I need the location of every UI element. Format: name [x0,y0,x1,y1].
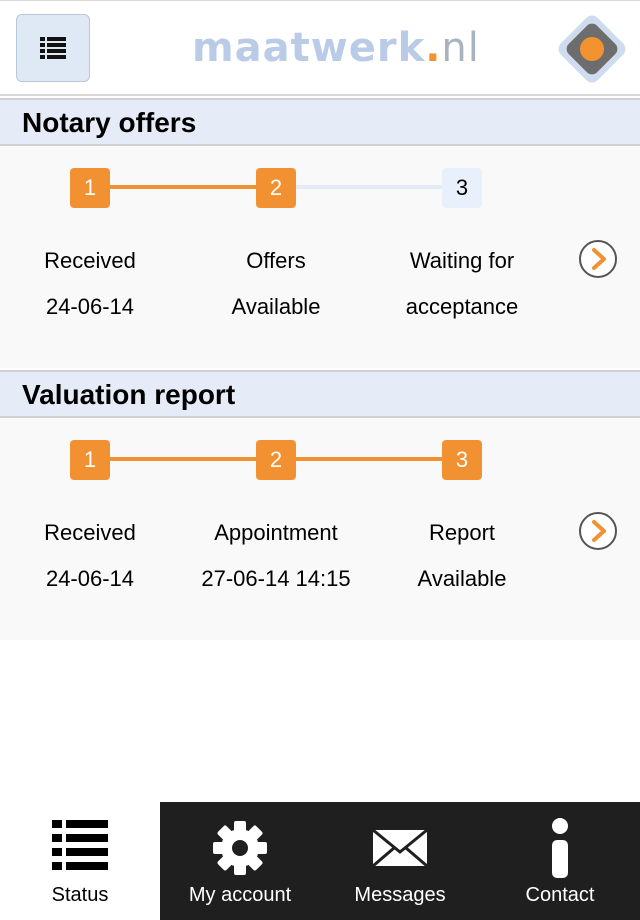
step-label: acceptance [405,294,519,319]
progress-line [110,457,256,461]
step-label: Received [44,520,136,545]
step-number-box: 1 [70,168,110,208]
step-label: Available [231,294,321,319]
step-number-box: 3 [442,168,482,208]
chevron-right-icon[interactable] [578,239,618,279]
step-number-box: 2 [256,440,296,480]
brand-diamond-icon [558,15,626,83]
maatwerk-logo: maatwerk.nl [192,25,480,71]
status-page: maatwerk.nl Notary offers 1 2 3 Received… [0,0,640,920]
tab-label: Messages [354,884,446,906]
step-label: Received [44,248,136,273]
tab-my-account[interactable]: My account [160,802,320,920]
info-icon [552,818,568,878]
envelope-icon [372,828,428,868]
tab-contact[interactable]: Contact [480,802,640,920]
step-label: Available [417,566,507,591]
valuation-report-progress[interactable]: 1 2 3 Received 24-06-14 Appointment 27-0… [0,418,640,640]
section-title: Notary offers [22,107,197,138]
section-title: Valuation report [22,379,236,410]
notary-offers-progress[interactable]: 1 2 3 Received 24-06-14 Offers Available… [0,146,640,368]
chevron-right-icon[interactable] [578,511,618,551]
list-menu-icon [40,37,66,59]
step-number-box: 2 [256,168,296,208]
tab-label: Contact [525,884,595,906]
step-label: Waiting for [409,248,515,273]
list-icon [52,820,108,870]
menu-button[interactable] [16,14,90,82]
notary-offers-header: Notary offers [0,98,640,146]
step-number-box: 3 [442,440,482,480]
tab-messages[interactable]: Messages [320,802,480,920]
step-number-box: 1 [70,440,110,480]
step-label: Offers [246,248,306,273]
tab-status[interactable]: Status [0,802,160,920]
progress-line [296,185,442,189]
valuation-report-header: Valuation report [0,370,640,418]
step-label: Report [428,520,496,545]
progress-line [110,185,256,189]
tab-label: My account [188,884,292,906]
app-header: maatwerk.nl [0,0,640,96]
tab-label: Status [51,884,109,906]
step-date: 24-06-14 [45,566,135,591]
progress-line [296,457,442,461]
gear-icon [213,821,267,875]
bottom-tab-bar: Status My account Messages Contact [0,802,640,920]
step-label: Appointment [214,520,338,545]
step-date: 24-06-14 [45,294,135,319]
step-date: 27-06-14 14:15 [201,566,351,591]
